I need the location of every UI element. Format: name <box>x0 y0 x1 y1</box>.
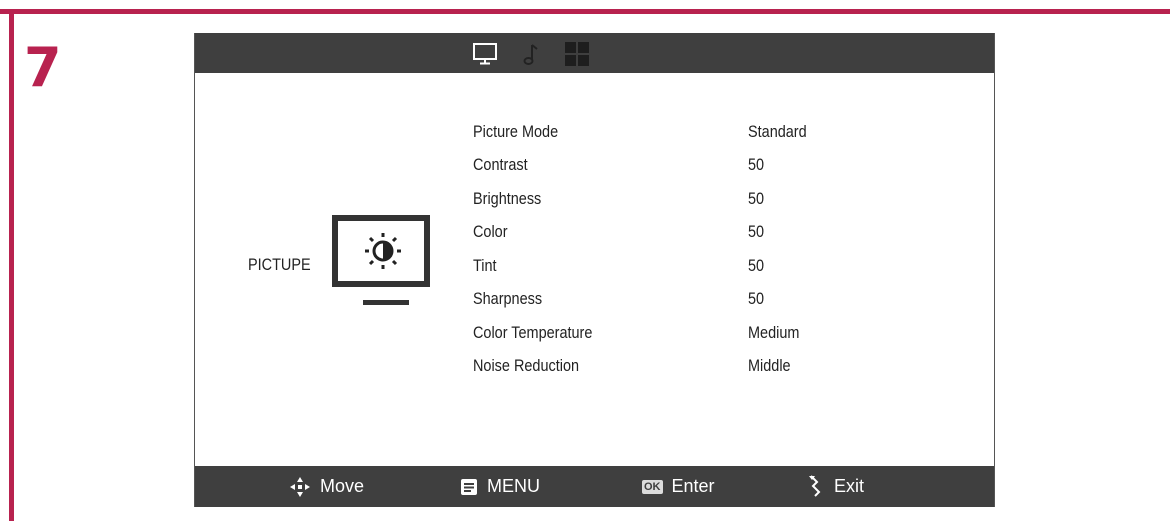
hint-enter: OK Enter <box>642 466 715 507</box>
hint-move: Move <box>289 466 364 507</box>
tv-osd-menu: PICTUPE Picture Mode Standard Contrast 5… <box>194 33 995 507</box>
move-arrows-icon <box>290 476 310 497</box>
osd-tabs <box>472 39 590 69</box>
menu-icon <box>461 478 477 495</box>
hint-enter-label: Enter <box>671 476 715 496</box>
menu-item-label: Picture Mode <box>473 121 559 141</box>
menu-item-sharpness[interactable]: Sharpness 50 <box>473 283 953 317</box>
music-note-icon <box>523 44 538 65</box>
menu-item-value: 50 <box>748 155 765 175</box>
menu-item-contrast[interactable]: Contrast 50 <box>473 149 953 183</box>
menu-item-color[interactable]: Color 50 <box>473 216 953 250</box>
exit-return-icon <box>809 474 821 497</box>
menu-item-value: Standard <box>748 121 807 141</box>
menu-item-value: Medium <box>748 322 800 342</box>
frame-top-border <box>0 9 1170 14</box>
menu-item-label: Color <box>473 222 508 242</box>
menu-item-value: 50 <box>748 222 765 242</box>
menu-item-tint[interactable]: Tint 50 <box>473 249 953 283</box>
menu-item-value: Middle <box>748 356 791 376</box>
osd-top-bar <box>195 33 994 73</box>
grid-icon <box>565 42 589 66</box>
menu-item-noise-reduction[interactable]: Noise Reduction Middle <box>473 350 953 384</box>
menu-item-label: Sharpness <box>473 289 543 309</box>
menu-item-label: Tint <box>473 255 497 275</box>
osd-bottom-bar: Move MENU OK Enter Exit <box>195 466 994 507</box>
frame-left-border <box>9 9 14 521</box>
hint-menu-label: MENU <box>487 476 540 496</box>
tab-setup[interactable] <box>564 41 590 67</box>
section-label: PICTUPE <box>248 255 311 274</box>
ok-button-icon: OK <box>642 479 663 494</box>
hint-exit: Exit <box>805 466 864 507</box>
picture-menu-list: Picture Mode Standard Contrast 50 Bright… <box>473 115 953 383</box>
hint-exit-label: Exit <box>834 476 865 496</box>
menu-item-label: Color Temperature <box>473 322 593 342</box>
menu-item-brightness[interactable]: Brightness 50 <box>473 182 953 216</box>
menu-item-picture-mode[interactable]: Picture Mode Standard <box>473 115 953 149</box>
tab-picture[interactable] <box>472 41 498 67</box>
menu-item-value: 50 <box>748 289 765 309</box>
menu-item-label: Brightness <box>473 188 542 208</box>
menu-item-label: Noise Reduction <box>473 356 580 376</box>
menu-item-label: Contrast <box>473 155 528 175</box>
brightness-contrast-icon <box>332 215 430 305</box>
hint-move-label: Move <box>320 476 365 496</box>
menu-item-value: 50 <box>748 255 765 275</box>
step-number: 7 <box>24 36 62 99</box>
menu-item-color-temperature[interactable]: Color Temperature Medium <box>473 316 953 350</box>
monitor-icon <box>473 43 497 65</box>
tab-sound[interactable] <box>518 41 544 67</box>
hint-menu: MENU <box>460 466 540 507</box>
menu-item-value: 50 <box>748 188 765 208</box>
